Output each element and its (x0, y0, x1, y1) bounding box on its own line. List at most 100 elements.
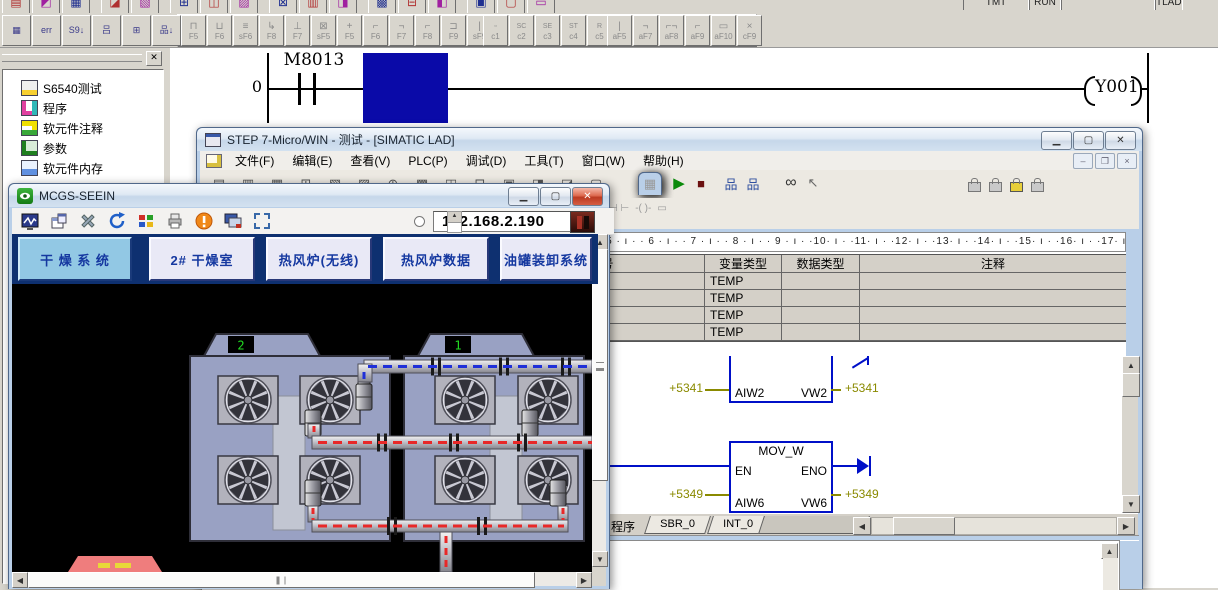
gx-toolbar-icon[interactable]: ▥ (299, 0, 327, 13)
ladder-symbol-button[interactable]: ¬F7 (389, 15, 414, 46)
scroll-right-icon[interactable]: ▶ (576, 572, 592, 588)
step7-titlebar[interactable]: STEP 7-Micro/WIN - 测试 - [SIMATIC LAD] (197, 128, 1142, 151)
gx-tool-button[interactable]: S9↓ (62, 15, 91, 46)
toolbar-icon[interactable] (764, 172, 772, 194)
scroll-down-icon[interactable]: ▼ (592, 551, 608, 567)
menu-item[interactable]: 工具(T) (515, 154, 572, 168)
gx-toolbar-icon[interactable]: ⊠ (269, 0, 297, 13)
refresh-icon[interactable] (107, 211, 127, 231)
net2-output-operand[interactable]: VW6 (801, 496, 827, 510)
unlock-icon[interactable] (989, 182, 1002, 192)
gx-toolbar-icon[interactable]: ▣ (467, 0, 495, 13)
ladder-symbol-button[interactable]: ⌐aF9 (685, 15, 710, 46)
runtime-monitor-icon[interactable] (20, 211, 40, 231)
gx-toolbar-icon[interactable]: ◨ (329, 0, 357, 13)
ladder-symbol-button[interactable]: ≡sF6 (233, 15, 258, 46)
tree-item[interactable]: 软元件内存 (9, 158, 163, 178)
lad-instruction-icon[interactable]: -( )- (635, 203, 651, 214)
menu-system-icon[interactable] (206, 154, 222, 168)
ladder-symbol-button[interactable]: ▭aF10 (711, 15, 736, 46)
scroll-track[interactable] (1103, 558, 1118, 590)
ladder-symbol-button[interactable]: +F5 (337, 15, 362, 46)
print-icon[interactable] (165, 211, 185, 231)
tree-item[interactable]: S6540测试 (9, 78, 163, 98)
tools-icon[interactable] (78, 211, 98, 231)
gx-toolbar-icon[interactable]: ▦ (62, 0, 90, 13)
net2-input-operand[interactable]: AIW6 (735, 496, 764, 510)
ladder-symbol-button[interactable]: ⊓F5 (181, 15, 206, 46)
ladder-cursor-cell[interactable] (363, 53, 448, 123)
mdi-close-button[interactable]: × (1117, 153, 1137, 169)
gx-toolbar-icon[interactable]: ▨ (230, 0, 258, 13)
toolbar-icon[interactable] (712, 172, 720, 194)
ladder-symbol-button[interactable]: SEc3 (535, 15, 560, 46)
scada-view[interactable]: 2 1 (12, 284, 592, 572)
mcgs-nav-tab[interactable]: 热风炉(无线) (266, 237, 372, 281)
gx-toolbar-icon[interactable]: ◫ (200, 0, 228, 13)
gx-toolbar-icon[interactable]: ◧ (428, 0, 456, 13)
menu-item[interactable]: 查看(V) (341, 154, 399, 168)
scroll-down-icon[interactable]: ▼ (1122, 495, 1140, 513)
connection-radio[interactable] (414, 216, 425, 227)
close-icon[interactable]: ✕ (146, 51, 162, 66)
tab-scroll-right-icon[interactable]: ▶ (1117, 517, 1135, 535)
ladder-symbol-button[interactable]: ⌐¬aF8 (659, 15, 684, 46)
password-lock-icon[interactable] (1010, 182, 1023, 192)
gx-toolbar-icon[interactable]: ⊞ (170, 0, 198, 13)
gx-tool-button[interactable]: ▦ (2, 15, 31, 46)
close-button[interactable]: ✕ (572, 187, 603, 206)
ladder-symbol-button[interactable]: ▫c1 (483, 15, 508, 46)
net1-input-operand[interactable]: AIW2 (735, 386, 764, 400)
toolbar-icon[interactable]: ■ (690, 172, 712, 194)
ladder-symbol-button[interactable]: |aF5 (607, 15, 632, 46)
toolbar-icon[interactable]: ↖ (802, 172, 824, 194)
spin-up-icon[interactable]: ▲ (448, 212, 461, 223)
gx-toolbar-icon[interactable]: ▩ (368, 0, 396, 13)
toolbar-icon[interactable]: ∞ (780, 172, 802, 194)
mcgs-nav-tab[interactable]: 油罐装卸系统 (500, 237, 592, 281)
gx-toolbar-icon[interactable]: ▤ (2, 0, 30, 13)
scroll-thumb[interactable] (1122, 373, 1140, 397)
toolbar-icon[interactable]: 品 (742, 172, 764, 194)
tree-item[interactable]: 软元件注释 (9, 118, 163, 138)
maximize-button[interactable]: ▢ (540, 187, 571, 206)
h-scroll-thumb[interactable] (893, 517, 955, 535)
mcgs-nav-tab[interactable]: 热风炉数据 (383, 237, 489, 281)
gx-toolbar-icon[interactable]: ▢ (497, 0, 525, 13)
tab-scroll-left-icon[interactable]: ◀ (853, 517, 871, 535)
ladder-symbol-button[interactable]: ⊥F7 (285, 15, 310, 46)
toolbar-icon[interactable] (772, 172, 780, 194)
toolbar-icon[interactable] (824, 172, 832, 194)
maximize-button[interactable]: ▢ (1073, 131, 1104, 150)
mcgs-horizontal-scrollbar[interactable]: ◀ ▶ (12, 572, 592, 586)
gx-toolbar-icon[interactable]: ▭ (527, 0, 555, 13)
gx-tool-button[interactable]: 品↓ (152, 15, 181, 46)
gx-tool-button[interactable]: ⊞ (122, 15, 151, 46)
net1-output-operand[interactable]: VW2 (801, 386, 827, 400)
mcgs-nav-tab[interactable]: 2# 干燥室 (149, 237, 255, 281)
gx-toolbar-icon[interactable]: ⊟ (398, 0, 426, 13)
scroll-up-icon[interactable]: ▲ (1101, 543, 1118, 559)
lock-icon[interactable] (968, 182, 981, 192)
scroll-left-icon[interactable]: ◀ (12, 572, 28, 588)
minimize-button[interactable]: ▁ (1041, 131, 1072, 150)
close-button[interactable]: ✕ (1105, 131, 1136, 150)
mdi-restore-button[interactable]: ❐ (1095, 153, 1115, 169)
tab-program-label[interactable]: 程序 (611, 518, 635, 535)
network2-box[interactable]: MOV_W EN ENO AIW6 VW6 (729, 441, 833, 513)
menu-item[interactable]: 窗口(W) (573, 154, 634, 168)
ladder-symbol-button[interactable]: ⌐F6 (363, 15, 388, 46)
ladder-symbol-button[interactable]: SCc2 (509, 15, 534, 46)
toolbar-icon[interactable]: 品 (720, 172, 742, 194)
gx-tool-button[interactable]: err (32, 15, 61, 46)
menu-item[interactable]: 调试(D) (457, 154, 516, 168)
ladder-symbol-button[interactable]: ¬aF7 (633, 15, 658, 46)
ladder-symbol-button[interactable]: STc4 (561, 15, 586, 46)
lock-partial-icon[interactable] (1031, 182, 1044, 192)
toolbar-icon[interactable]: ▶ (668, 172, 690, 194)
ladder-symbol-button[interactable]: ⊠sF5 (311, 15, 336, 46)
window-manage-icon[interactable] (49, 211, 69, 231)
menu-item[interactable]: 文件(F) (226, 154, 283, 168)
minimize-button[interactable]: ▁ (508, 187, 539, 206)
menu-item[interactable]: 帮助(H) (634, 154, 693, 168)
